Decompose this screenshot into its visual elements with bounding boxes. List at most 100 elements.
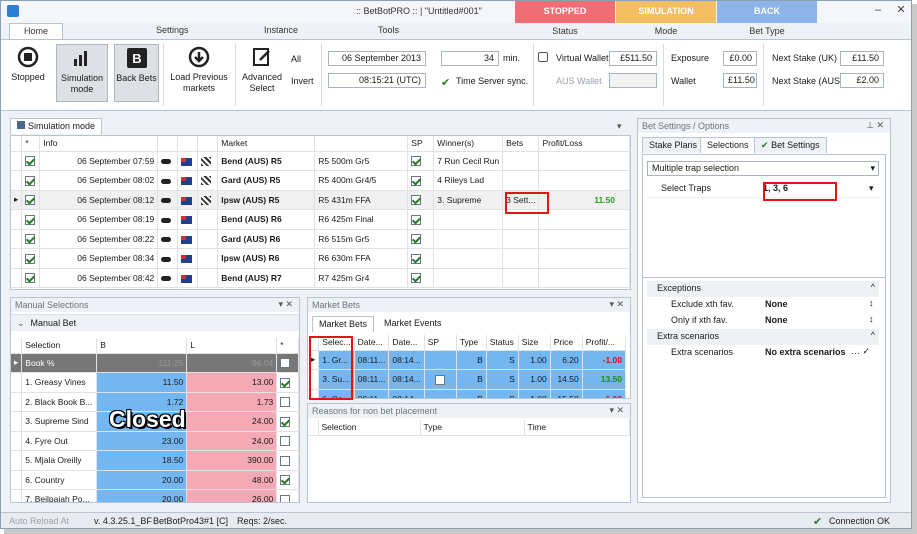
checkbox[interactable] — [280, 377, 291, 388]
all-button[interactable]: All — [291, 54, 301, 64]
checkbox[interactable] — [25, 253, 36, 264]
selection-checkbox[interactable] — [276, 392, 299, 412]
market-enabled-checkbox[interactable] — [21, 229, 41, 249]
back-price[interactable]: 23.00 — [96, 431, 188, 451]
manual-bet-group[interactable]: ⌄ Manual Bet — [11, 314, 299, 331]
bet-sp[interactable] — [424, 350, 457, 370]
selection-checkbox[interactable] — [276, 411, 299, 432]
column-header[interactable]: SP — [424, 335, 457, 351]
sp-checkbox[interactable] — [407, 268, 435, 288]
column-header[interactable]: Date... — [388, 335, 425, 351]
panel-controls-icon[interactable]: ▾ ✕ — [278, 299, 293, 310]
bets[interactable] — [502, 151, 540, 171]
checkbox[interactable] — [280, 494, 291, 502]
market-row[interactable]: 06 September 08:42 Bend (AUS) R7 R7 425m G… — [11, 268, 630, 288]
market-row[interactable]: 06 September 08:34 Ipsw (AUS) R6 R6 630m F… — [11, 248, 630, 269]
column-header[interactable]: Info — [39, 136, 159, 152]
tab-bet-settings[interactable]: ✔ Bet Settings — [754, 137, 827, 153]
auto-reload-label[interactable]: Auto Reload At — [9, 516, 69, 526]
collapse-icon[interactable]: ^ — [871, 282, 875, 292]
selection-row[interactable]: 7. Beilpajah Po... 20.00 26.00 — [11, 489, 299, 502]
selection-row[interactable]: 1. Greasy Vines 11.50 13.00 — [11, 372, 299, 393]
exceptions-group[interactable]: Exceptions ^ — [647, 281, 879, 297]
date-field[interactable]: 06 September 2013 — [328, 51, 426, 66]
extra-scenarios-value[interactable]: No extra scenarios — [765, 347, 846, 363]
column-header[interactable]: * — [21, 136, 41, 152]
lay-price[interactable]: 390.00 — [186, 450, 278, 471]
bet-row[interactable]: ▸ 1. Gr... 08:11... 08:14... B S 1.00 6.20 -1.00 — [308, 350, 627, 370]
tab-simulation-mode[interactable]: Simulation mode — [10, 118, 103, 134]
time-server-sync[interactable]: Time Server sync. — [456, 76, 528, 86]
collapse-icon[interactable]: ^ — [871, 330, 875, 340]
column-header[interactable]: L — [186, 338, 278, 354]
lay-price[interactable]: 13.00 — [186, 372, 278, 393]
sp-checkbox[interactable] — [407, 229, 435, 249]
sp-checkbox[interactable] — [407, 190, 435, 210]
more-options-icon[interactable]: … ✓ — [851, 346, 870, 362]
dropdown-arrow-icon[interactable]: ▾ — [869, 183, 874, 199]
close-button[interactable]: ✕ — [894, 3, 908, 17]
checkbox[interactable] — [411, 234, 422, 245]
panel-controls-icon[interactable]: ⊥ ✕ — [866, 120, 884, 131]
load-previous-markets-button[interactable]: Load Previous markets — [167, 44, 231, 98]
column-header[interactable]: Type — [456, 335, 487, 351]
bet-row[interactable]: 3. Su... 08:11... 08:14... B S 1.00 14.50 13.50 — [308, 369, 627, 390]
spinner-icon[interactable]: ↕ — [869, 314, 874, 330]
sp-checkbox[interactable] — [407, 151, 435, 171]
lay-price[interactable]: 24.00 — [186, 431, 278, 451]
extra-scenarios-group[interactable]: Extra scenarios ^ — [647, 329, 879, 345]
tab-market-events[interactable]: Market Events — [378, 316, 448, 332]
stopped-button[interactable]: Stopped — [7, 44, 49, 98]
column-header[interactable]: Size — [518, 335, 551, 351]
lay-price[interactable]: 26.00 — [186, 489, 278, 502]
column-header[interactable]: Profit/Loss — [538, 136, 630, 152]
minutes-field[interactable]: 34 — [441, 51, 499, 66]
panel-controls-icon[interactable]: ▾ ✕ — [609, 405, 624, 416]
back-price[interactable]: 18.50 — [96, 450, 188, 471]
panel-controls-icon[interactable]: ▾ ✕ — [609, 299, 624, 310]
column-header[interactable]: Winner(s) — [433, 136, 504, 152]
tab-selections[interactable]: Selections — [700, 137, 756, 153]
selection-checkbox[interactable] — [276, 450, 299, 471]
column-header[interactable]: Profit/... — [582, 335, 627, 351]
column-header[interactable]: Type — [420, 420, 525, 436]
tab-instance[interactable]: Instance — [264, 23, 298, 39]
market-enabled-checkbox[interactable] — [21, 170, 41, 191]
market-enabled-checkbox[interactable] — [21, 190, 41, 210]
simulation-mode-button[interactable]: Simulation mode — [56, 44, 108, 102]
trap-mode-select[interactable]: Multiple trap selection ▾ — [647, 161, 879, 176]
bet-sp[interactable] — [424, 389, 457, 398]
market-enabled-checkbox[interactable] — [21, 151, 41, 171]
back-price[interactable]: 11.50 — [96, 372, 188, 393]
column-header[interactable]: SP — [407, 136, 435, 152]
bet-row[interactable]: 6. Co... 08:11... 08:14... B S 1.00 15.50 -1.00 — [308, 389, 627, 398]
market-enabled-checkbox[interactable] — [21, 268, 41, 288]
market-row[interactable]: 06 September 08:22 Gard (AUS) R6 R6 515m G… — [11, 229, 630, 249]
tab-settings[interactable]: Settings — [156, 23, 189, 39]
spinner-icon[interactable]: ↕ — [869, 298, 874, 314]
checkbox[interactable] — [280, 455, 291, 466]
selection-row[interactable]: 6. Country 20.00 48.00 — [11, 470, 299, 490]
back-bets-button[interactable]: B Back Bets — [114, 44, 159, 102]
checkbox[interactable] — [280, 358, 291, 369]
minimize-button[interactable]: – — [871, 3, 885, 17]
checkbox[interactable] — [25, 156, 36, 167]
selection-checkbox[interactable] — [276, 372, 299, 393]
checkbox[interactable] — [411, 273, 422, 284]
checkbox[interactable] — [411, 214, 422, 225]
column-header[interactable]: Bets — [502, 136, 540, 152]
checkbox[interactable] — [280, 436, 291, 447]
market-row[interactable]: 06 September 07:59 Bend (AUS) R5 R5 500m G… — [11, 151, 630, 171]
checkbox[interactable] — [25, 175, 36, 186]
time-field[interactable]: 08:15:21 (UTC) — [328, 73, 426, 88]
lay-price[interactable]: 24.00 — [186, 411, 278, 432]
checkbox[interactable] — [280, 475, 291, 486]
selection-checkbox[interactable] — [276, 431, 299, 451]
panel-dropdown-icon[interactable]: ▾ — [617, 121, 622, 132]
market-enabled-checkbox[interactable] — [21, 248, 41, 269]
advanced-select-button[interactable]: Advanced Select — [239, 44, 285, 98]
tab-market-bets[interactable]: Market Bets — [312, 316, 375, 332]
column-header[interactable]: Price — [550, 335, 583, 351]
column-header[interactable]: Status — [486, 335, 519, 351]
bets[interactable] — [502, 268, 540, 288]
